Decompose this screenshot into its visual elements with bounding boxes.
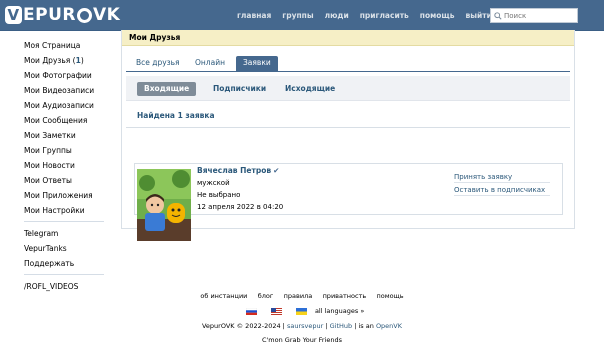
page-title: Мои Друзья xyxy=(122,30,574,46)
sidebar-item-replies[interactable]: Мои Ответы xyxy=(24,173,119,188)
friends-panel: Мои Друзья Все друзья Онлайн Заявки Вход… xyxy=(121,30,575,241)
accept-request-link[interactable]: Принять заявку xyxy=(454,171,550,183)
top-header: V EPUR VK главная группы люди пригласить п… xyxy=(0,0,604,31)
requester-status: Не выбрано xyxy=(197,191,241,199)
footer-slogan: C'mon Grab Your Friends xyxy=(261,336,343,344)
sidebar-item-messages[interactable]: Мои Сообщения xyxy=(24,113,119,128)
nav-home[interactable]: главная xyxy=(231,0,276,31)
sidebar-item-news[interactable]: Мои Новости xyxy=(24,158,119,173)
keep-subscriber-link[interactable]: Оставить в подписчиках xyxy=(454,184,550,196)
avatar[interactable] xyxy=(137,169,191,241)
site-logo[interactable]: V EPUR VK xyxy=(5,5,120,25)
footer-privacy[interactable]: приватность xyxy=(323,292,367,300)
footer-copyright: VepurOVK © 2022-2024 | saursvepur | GitH… xyxy=(201,322,403,330)
author-link[interactable]: saursvepur xyxy=(287,322,323,330)
nav-people[interactable]: люди xyxy=(319,0,354,31)
sidebar-divider xyxy=(24,274,104,275)
footer-help[interactable]: помощь xyxy=(377,292,404,300)
footer-languages: all languages » xyxy=(0,307,604,315)
sidebar-item-apps[interactable]: Мои Приложения xyxy=(24,188,119,203)
friends-count-badge: 1 xyxy=(75,56,81,65)
sidebar-item-videos[interactable]: Мои Видеозаписи xyxy=(24,83,119,98)
flag-us-icon[interactable] xyxy=(270,307,282,315)
sidebar-item-groups[interactable]: Мои Группы xyxy=(24,143,119,158)
sidebar: Моя Страница Мои Друзья (1) Мои Фотограф… xyxy=(24,38,119,294)
all-languages-link[interactable]: all languages » xyxy=(315,307,364,315)
sidebar-item-audios[interactable]: Мои Аудиозаписи xyxy=(24,98,119,113)
sidebar-link-telegram[interactable]: Telegram xyxy=(24,226,119,241)
sidebar-item-settings[interactable]: Мои Настройки xyxy=(24,203,119,218)
footer-blog[interactable]: блог xyxy=(258,292,274,300)
flag-ru-icon[interactable] xyxy=(245,307,257,315)
sidebar-item-notes[interactable]: Мои Заметки xyxy=(24,128,119,143)
nav-invite[interactable]: пригласить xyxy=(354,0,414,31)
nav-help[interactable]: помощь xyxy=(414,0,460,31)
sidebar-divider xyxy=(24,221,104,222)
sidebar-link-support[interactable]: Поддержать xyxy=(24,256,119,271)
subtab-outgoing[interactable]: Исходящие xyxy=(278,82,342,96)
footer-links: об инстанции блог правила приватность по… xyxy=(0,292,604,300)
subtab-incoming[interactable]: Входящие xyxy=(137,82,197,96)
friend-request-card: Вячеслав Петров ✔ мужской Не выбрано 12 а… xyxy=(134,163,563,241)
divider xyxy=(126,127,570,128)
request-date: 12 апреля 2022 в 04:20 xyxy=(197,203,284,211)
footer-about[interactable]: об инстанции xyxy=(200,292,247,300)
github-link[interactable]: GitHub xyxy=(330,322,353,330)
sidebar-link-vepurtanks[interactable]: VepurTanks xyxy=(24,241,119,256)
sidebar-item-friends[interactable]: Мои Друзья (1) xyxy=(24,53,119,68)
search-input[interactable] xyxy=(504,11,574,20)
top-nav: главная группы люди пригласить помощь вы… xyxy=(231,0,497,31)
friends-tabs: Все друзья Онлайн Заявки xyxy=(126,46,570,72)
footer-rules[interactable]: правила xyxy=(284,292,313,300)
tab-online[interactable]: Онлайн xyxy=(188,56,232,72)
openvk-link[interactable]: OpenVK xyxy=(376,322,402,330)
tab-requests[interactable]: Заявки xyxy=(236,56,278,72)
requester-gender: мужской xyxy=(197,179,230,187)
found-count-text: Найдена 1 заявка xyxy=(137,111,215,120)
flag-ua-icon[interactable] xyxy=(295,307,307,315)
request-subtabs: Входящие Подписчики Исходящие xyxy=(126,76,570,101)
verified-check-icon: ✔ xyxy=(273,166,280,175)
requester-name[interactable]: Вячеслав Петров ✔ xyxy=(197,166,279,175)
sidebar-item-photos[interactable]: Мои Фотографии xyxy=(24,68,119,83)
logo-o-icon xyxy=(76,7,92,23)
subtab-subscribers[interactable]: Подписчики xyxy=(206,82,273,96)
sidebar-item-my-page[interactable]: Моя Страница xyxy=(24,38,119,53)
search-box[interactable] xyxy=(490,8,578,23)
search-icon xyxy=(494,11,502,20)
tab-all-friends[interactable]: Все друзья xyxy=(129,56,187,72)
nav-groups[interactable]: группы xyxy=(276,0,318,31)
